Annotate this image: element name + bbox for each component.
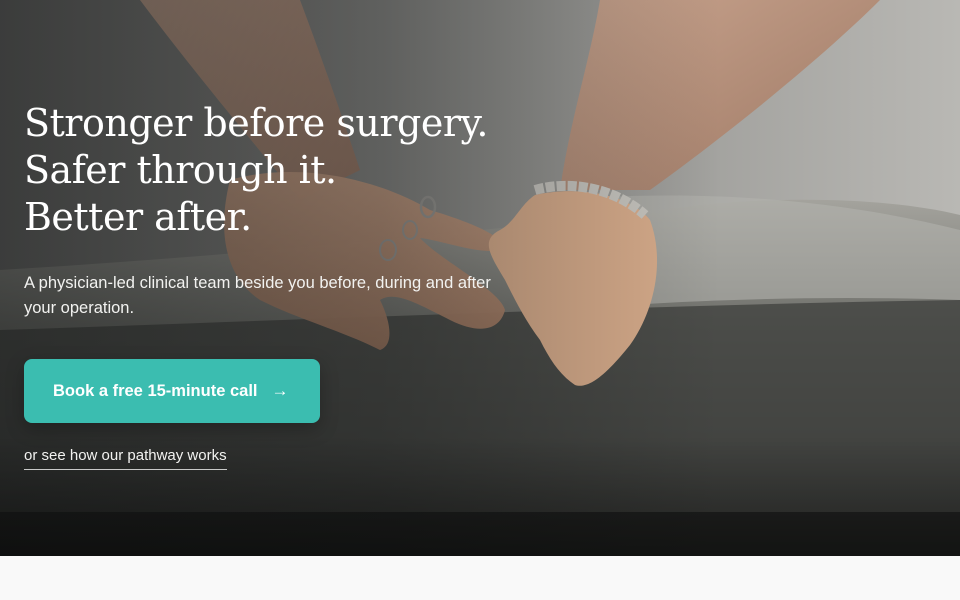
hero-headline: Stronger before surgery. Safer through i…: [24, 100, 544, 241]
book-call-button[interactable]: Book a free 15-minute call →: [24, 359, 320, 423]
headline-line-2: Safer through it.: [24, 148, 337, 192]
pathway-link[interactable]: or see how our pathway works: [24, 447, 227, 470]
hero-section: Stronger before surgery. Safer through i…: [0, 0, 960, 556]
book-call-button-label: Book a free 15-minute call: [53, 381, 258, 400]
hero-subtext: A physician-led clinical team beside you…: [24, 274, 491, 317]
hero-content: Stronger before surgery. Safer through i…: [24, 100, 544, 470]
arrow-right-icon: →: [271, 381, 289, 400]
headline-line-1: Stronger before surgery.: [24, 101, 488, 145]
below-fold-section: [0, 556, 960, 600]
headline-line-3: Better after.: [24, 195, 252, 239]
